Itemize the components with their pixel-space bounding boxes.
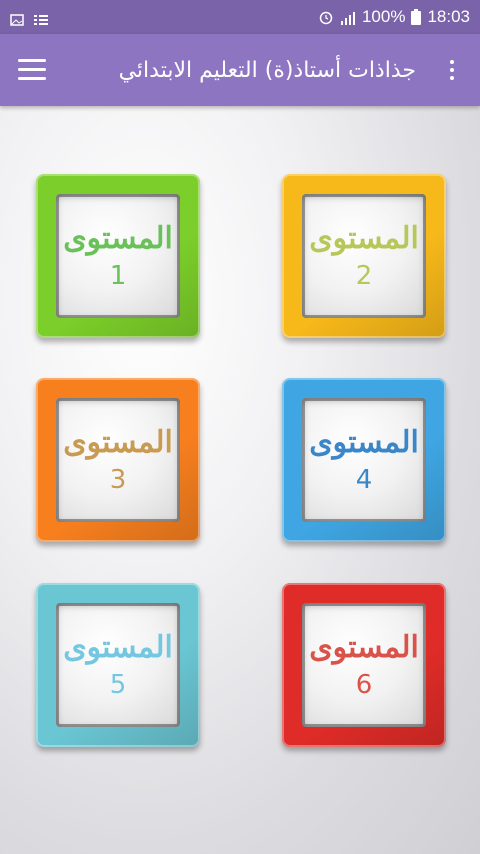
level-5-face: المستوى 5 [56,603,180,727]
level-number: 2 [355,260,373,291]
level-4-button[interactable]: المستوى 4 [282,378,446,542]
signal-icon [340,10,356,25]
status-bar: 100% 18:03 [0,0,480,34]
battery-percent: 100% [361,7,406,26]
level-word: المستوى [309,220,419,256]
hamburger-menu-icon[interactable] [18,59,46,81]
level-number: 3 [109,464,127,495]
level-2-button[interactable]: المستوى 2 [282,174,446,338]
level-3-face: المستوى 3 [56,398,180,522]
page-title: جذاذات أستاذ(ة) التعليم الابتدائي [118,57,416,83]
clock: 18:03 [427,7,470,26]
level-2-face: المستوى 2 [302,194,426,318]
gallery-notification-icon [10,11,24,26]
alarm-icon [318,9,334,25]
level-number: 5 [109,669,127,700]
level-4-face: المستوى 4 [302,398,426,522]
level-word: المستوى [63,220,173,256]
level-5-button[interactable]: المستوى 5 [36,583,200,747]
level-number: 1 [109,260,127,291]
battery-icon [411,9,422,25]
level-word: المستوى [309,424,419,460]
level-3-button[interactable]: المستوى 3 [36,378,200,542]
level-number: 4 [355,464,373,495]
level-word: المستوى [309,629,419,665]
level-word: المستوى [63,629,173,665]
more-vert-icon[interactable] [442,60,462,80]
level-word: المستوى [63,424,173,460]
list-notification-icon [34,11,48,25]
app-bar: جذاذات أستاذ(ة) التعليم الابتدائي [0,34,480,106]
level-number: 6 [355,669,373,700]
level-1-button[interactable]: المستوى 1 [36,174,200,338]
level-6-button[interactable]: المستوى 6 [282,583,446,747]
level-6-face: المستوى 6 [302,603,426,727]
level-1-face: المستوى 1 [56,194,180,318]
